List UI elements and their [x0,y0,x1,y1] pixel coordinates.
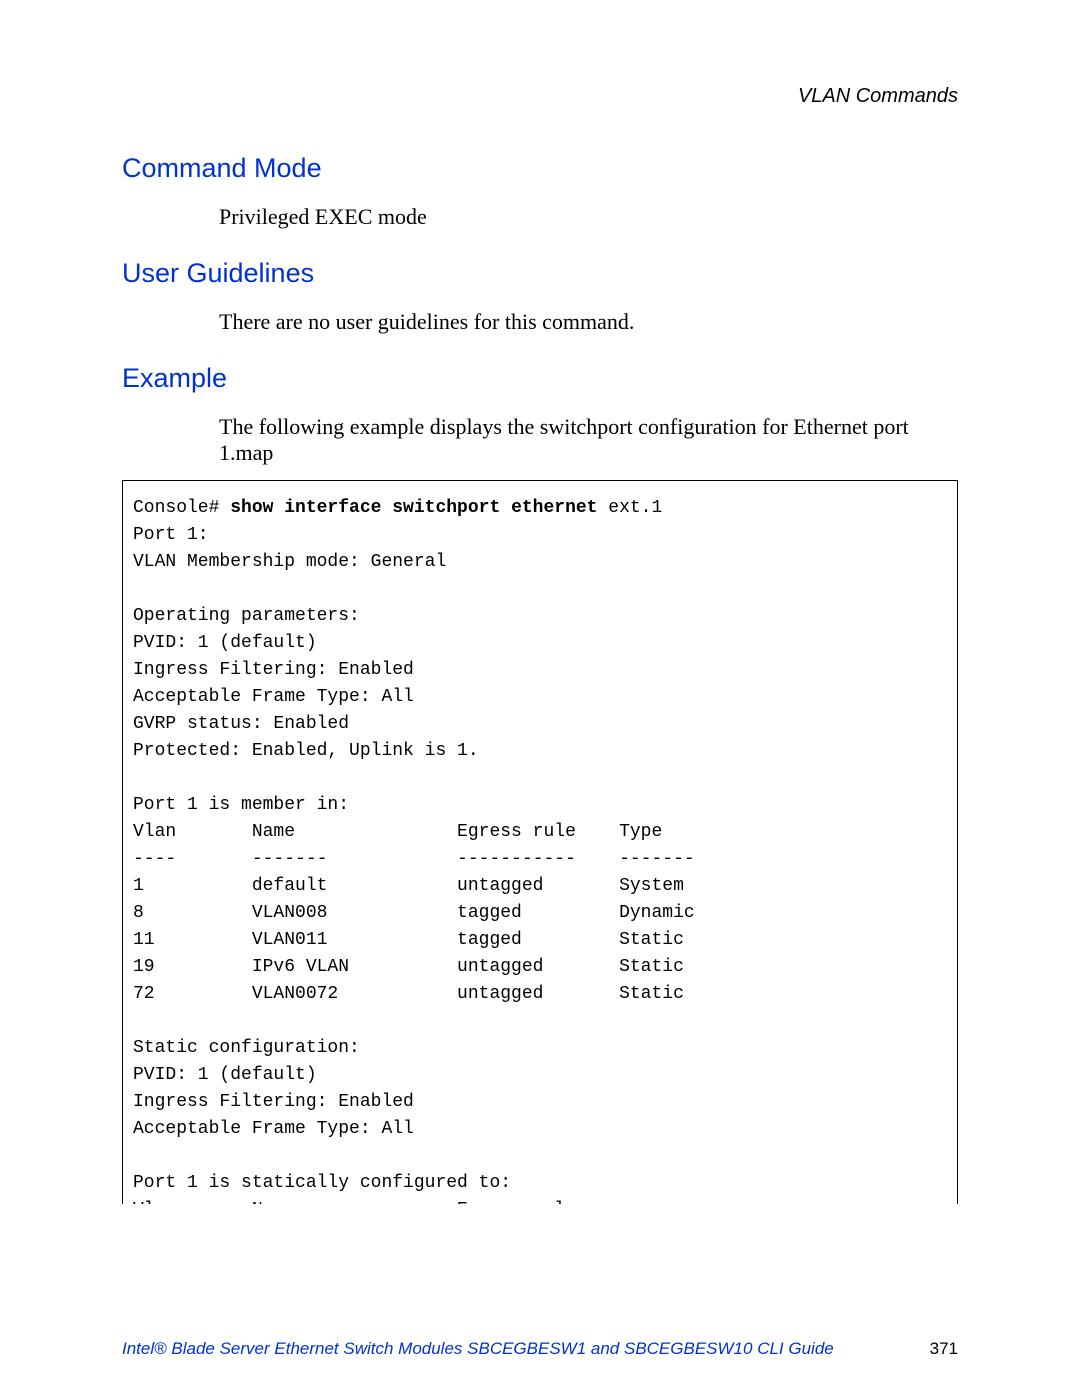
console-argument: ext.1 [608,498,662,518]
body-user-guidelines: There are no user guidelines for this co… [122,309,958,335]
console-command: show interface switchport ethernet [230,498,608,518]
running-header: VLAN Commands [798,85,958,108]
console-prompt: Console# [133,498,230,518]
code-block: Console# show interface switchport ether… [122,480,958,1204]
footer-title: Intel® Blade Server Ethernet Switch Modu… [122,1339,834,1359]
footer-page-number: 371 [930,1339,958,1359]
heading-example: Example [122,363,958,394]
heading-user-guidelines: User Guidelines [122,258,958,289]
body-command-mode: Privileged EXEC mode [122,204,958,230]
page-footer: Intel® Blade Server Ethernet Switch Modu… [0,1339,1080,1359]
body-example: The following example displays the switc… [122,414,958,466]
heading-command-mode: Command Mode [122,153,958,184]
page: VLAN Commands Command Mode Privileged EX… [0,0,1080,1397]
console-output: Port 1: VLAN Membership mode: General Op… [133,525,695,1204]
